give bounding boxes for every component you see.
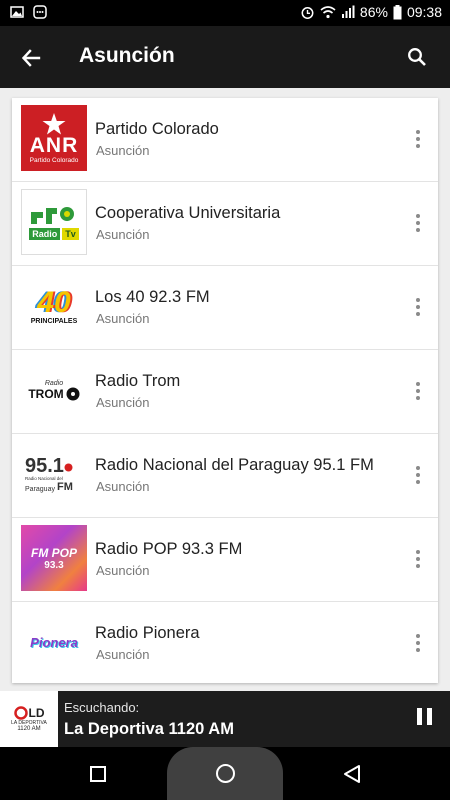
list-item[interactable]: ANR Partido Colorado Partido Colorado As…: [12, 98, 438, 182]
now-playing-station: La Deportiva 1120 AM: [64, 720, 234, 738]
list-item[interactable]: 95.1 Radio Nacional del Paraguay FM Radi…: [12, 434, 438, 518]
home-button-area[interactable]: [167, 747, 283, 800]
trom-disc-icon: [66, 387, 80, 400]
station-city: Asunción: [96, 311, 150, 326]
trom-logo-top: Radio: [44, 379, 64, 387]
list-item[interactable]: Pionera Radio Pionera Asunción: [12, 602, 438, 683]
anr-logo-subtext: Partido Colorado: [29, 156, 79, 164]
station-name: Partido Colorado: [95, 120, 219, 138]
la-deportiva-ring-icon: [13, 706, 28, 720]
station-city: Asunción: [96, 479, 150, 494]
nav-back-icon[interactable]: [341, 763, 363, 785]
list-item[interactable]: FM POP 93.3 Radio POP 93.3 FM Asunción: [12, 518, 438, 602]
anr-logo: ANR Partido Colorado: [21, 105, 87, 171]
radio-tv-logo: Radio Tv: [21, 189, 87, 255]
station-name: Radio Pionera: [95, 624, 200, 642]
trom-logo: Radio TROM: [21, 357, 87, 423]
station-city: Asunción: [96, 647, 150, 662]
fm-pop-logo-number: 93.3: [44, 559, 64, 571]
station-city: Asunción: [96, 227, 150, 242]
station-city: Asunción: [96, 395, 150, 410]
station-name: Los 40 92.3 FM: [95, 288, 210, 306]
station-city: Asunción: [96, 563, 150, 578]
app-bar: Asunción: [0, 26, 450, 88]
more-options-button[interactable]: [408, 208, 428, 238]
pionera-logo: Pionera: [21, 609, 87, 675]
fm-pop-logo-text: FM POP: [30, 545, 77, 560]
la-deportiva-logo: LD LA DEPORTIVA 1120 AM: [0, 691, 58, 747]
list-item[interactable]: Radio Tv Cooperativa Universitaria Asunc…: [12, 182, 438, 266]
messenger-notification-icon: [33, 5, 47, 19]
recents-button[interactable]: [90, 766, 106, 782]
image-notification-icon: [10, 6, 24, 18]
anr-logo-text: ANR: [29, 133, 79, 157]
wifi-icon: [320, 6, 336, 19]
more-options-button[interactable]: [408, 628, 428, 658]
more-options-button[interactable]: [408, 376, 428, 406]
radio-nacional-logo-sub2: Paraguay: [25, 485, 55, 493]
status-bar: 86% 09:38: [0, 0, 450, 26]
station-name: Cooperativa Universitaria: [95, 204, 281, 222]
radio-nacional-dot-icon: [64, 463, 73, 471]
back-button[interactable]: [16, 43, 46, 73]
radio-tv-logo-tv: Tv: [62, 228, 79, 240]
trom-logo-text: TROM: [28, 386, 64, 401]
la-deportiva-logo-text: LD: [28, 706, 45, 720]
more-options-button[interactable]: [408, 292, 428, 322]
search-icon: [408, 48, 426, 66]
now-playing-bar[interactable]: LD LA DEPORTIVA 1120 AM Escuchando: La D…: [0, 691, 450, 747]
more-options-button[interactable]: [408, 460, 428, 490]
la-deportiva-logo-freq: 1120 AM: [17, 726, 41, 732]
signal-icon: [341, 5, 355, 18]
more-options-button[interactable]: [408, 124, 428, 154]
station-list: ANR Partido Colorado Partido Colorado As…: [12, 98, 438, 683]
now-playing-label: Escuchando:: [64, 700, 140, 715]
clock: 09:38: [406, 4, 442, 20]
more-options-button[interactable]: [408, 544, 428, 574]
station-name: Radio Nacional del Paraguay 95.1 FM: [95, 456, 374, 474]
arrow-back-icon: [21, 49, 41, 67]
radio-nacional-logo: 95.1 Radio Nacional del Paraguay FM: [21, 441, 87, 507]
station-name: Radio Trom: [95, 372, 181, 390]
home-icon: [216, 764, 235, 783]
station-name: Radio POP 93.3 FM: [95, 540, 243, 558]
battery-icon: [393, 4, 402, 19]
station-city: Asunción: [96, 143, 150, 158]
alarm-icon: [301, 6, 314, 19]
page-title: Asunción: [79, 44, 175, 67]
list-item[interactable]: Radio TROM Radio Trom Asunción: [12, 350, 438, 434]
radio-tv-graphic: [31, 207, 74, 224]
pause-button[interactable]: [414, 708, 434, 730]
pionera-logo-text: Pionera: [30, 634, 78, 650]
battery-percentage: 86%: [359, 4, 388, 20]
system-nav-bar: [0, 747, 450, 800]
los40-logo-number: 40: [37, 285, 71, 319]
radio-tv-logo-radio: Radio: [29, 228, 61, 240]
star-icon: [42, 112, 66, 134]
radio-nacional-logo-number: 95.1: [25, 454, 64, 477]
radio-nacional-logo-fm: FM: [56, 480, 73, 493]
list-item[interactable]: 40 PRINCIPALES Los 40 92.3 FM Asunción: [12, 266, 438, 350]
fm-pop-logo: FM POP 93.3: [21, 525, 87, 591]
search-button[interactable]: [402, 42, 432, 72]
los40-logo-subtext: PRINCIPALES: [30, 317, 78, 325]
los40-logo: 40 PRINCIPALES: [21, 273, 87, 339]
